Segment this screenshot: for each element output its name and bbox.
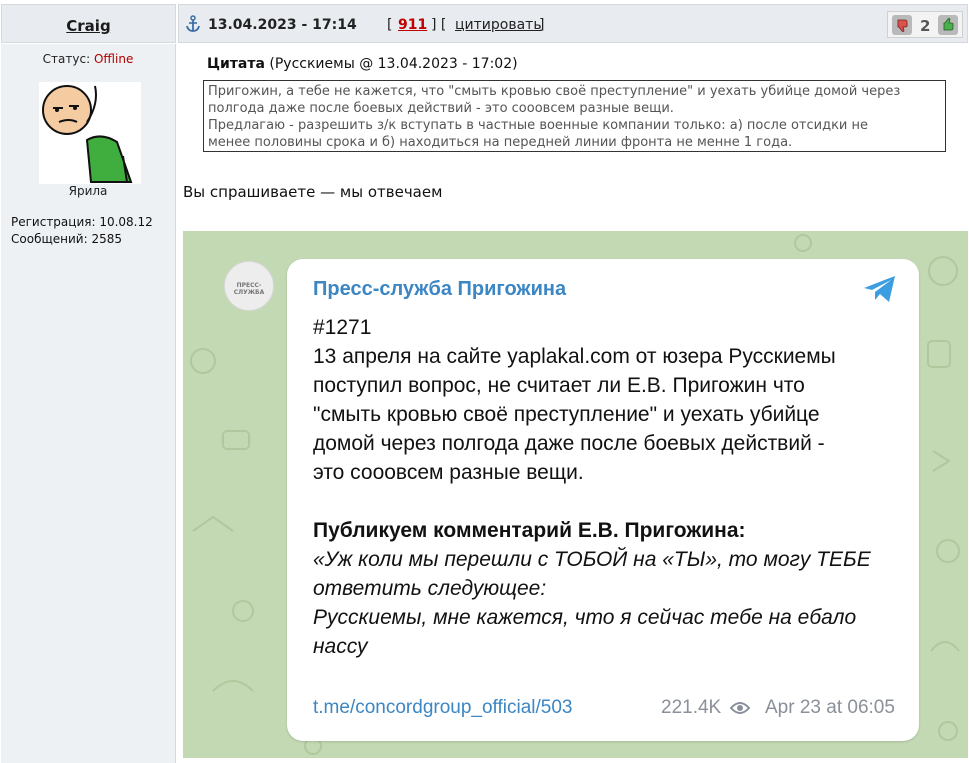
- user-message-count: Сообщений: 2585: [11, 232, 122, 246]
- thumb-up-icon[interactable]: [938, 15, 958, 35]
- rating-count: 2: [920, 17, 931, 35]
- message-italic-line: Русскиемы, мне кажется, что я сейчас теб…: [313, 606, 857, 629]
- post-date: 13.04.2023 - 17:14: [208, 17, 357, 33]
- username-link[interactable]: Craig: [2, 17, 175, 35]
- quote-line: Пригожин, а тебе не кажется, что "смыть …: [208, 84, 901, 99]
- bracket-close: ]: [539, 17, 545, 33]
- quote-label: Цитата: [207, 56, 265, 72]
- message-link: t.me/concordgroup_official/503: [313, 697, 573, 718]
- anchor-icon[interactable]: [185, 15, 201, 33]
- view-count: 221.4K: [661, 697, 722, 718]
- thumb-down-icon[interactable]: [892, 15, 912, 35]
- message-line: поступил вопрос, не считает ли Е.В. Приг…: [313, 374, 805, 397]
- channel-avatar-text: ПРЕСС-СЛУЖБА: [233, 282, 265, 296]
- message-line: домой через полгода даже после боевых де…: [313, 432, 825, 455]
- status-label: Статус:: [42, 52, 91, 66]
- post-number-link[interactable]: 911: [398, 17, 427, 33]
- quote-block: Пригожин, а тебе не кажется, что "смыть …: [203, 80, 946, 152]
- message-text: #1271 13 апреля на сайте yaplakal.com от…: [313, 313, 903, 661]
- user-info-column: Статус: Offline Ярила Регистрация: 10.08…: [1, 44, 176, 763]
- message-italic-line: нассу: [313, 635, 368, 658]
- message-line: "смыть кровью своё преступление" и уехат…: [313, 403, 820, 426]
- reply-text: Вы спрашиваете — мы отвечаем: [183, 183, 443, 201]
- message-line: #1271: [313, 316, 372, 339]
- quote-line: менее половины срока и б) находиться на …: [208, 135, 793, 150]
- telegram-screenshot-image[interactable]: ПРЕСС-СЛУЖБА Пресс-служба Пригожина #127…: [183, 231, 968, 758]
- post-rating: 2: [887, 11, 963, 38]
- quote-meta: (Русскиемы @ 13.04.2023 - 17:02): [269, 56, 518, 72]
- post-header-user-cell: Craig: [1, 4, 176, 43]
- user-rank: Ярила: [68, 184, 108, 198]
- channel-name: Пресс-служба Пригожина: [313, 278, 567, 300]
- message-italic-line: «Уж коли мы перешли с ТОБОЙ на «ТЫ», то …: [313, 548, 871, 571]
- channel-avatar: ПРЕСС-СЛУЖБА: [224, 261, 274, 311]
- message-line: 13 апреля на сайте yaplakal.com от юзера…: [313, 345, 836, 368]
- bracket-separator: ] [: [431, 17, 447, 33]
- post-header-meta: 13.04.2023 - 17:14 [ 911 ] [ цитировать …: [178, 4, 968, 43]
- post-body: Цитата (Русскиемы @ 13.04.2023 - 17:02) …: [178, 44, 969, 763]
- user-avatar[interactable]: [39, 82, 141, 184]
- message-line: это сооовсем разные вещи.: [313, 461, 584, 484]
- user-registration: Регистрация: 10.08.12: [11, 215, 153, 229]
- bracket-open: [: [387, 17, 393, 33]
- quote-post-link[interactable]: цитировать: [455, 17, 542, 33]
- quote-line: Предлагаю - разрешить з/к вступать в час…: [208, 118, 868, 133]
- message-italic-line: ответить следующее:: [313, 577, 547, 600]
- telegram-message-bubble: Пресс-служба Пригожина #1271 13 апреля н…: [287, 259, 919, 741]
- quote-header: Цитата (Русскиемы @ 13.04.2023 - 17:02): [207, 56, 518, 72]
- eye-icon: [730, 702, 750, 714]
- telegram-plane-icon: [864, 276, 895, 302]
- message-heading: Публикуем комментарий Е.В. Пригожина:: [313, 519, 746, 542]
- user-status: Статус: Offline: [1, 52, 175, 66]
- quote-line: полгода даже после боевых действий - это…: [208, 101, 674, 116]
- status-value: Offline: [93, 52, 134, 66]
- message-time: Apr 23 at 06:05: [765, 697, 895, 718]
